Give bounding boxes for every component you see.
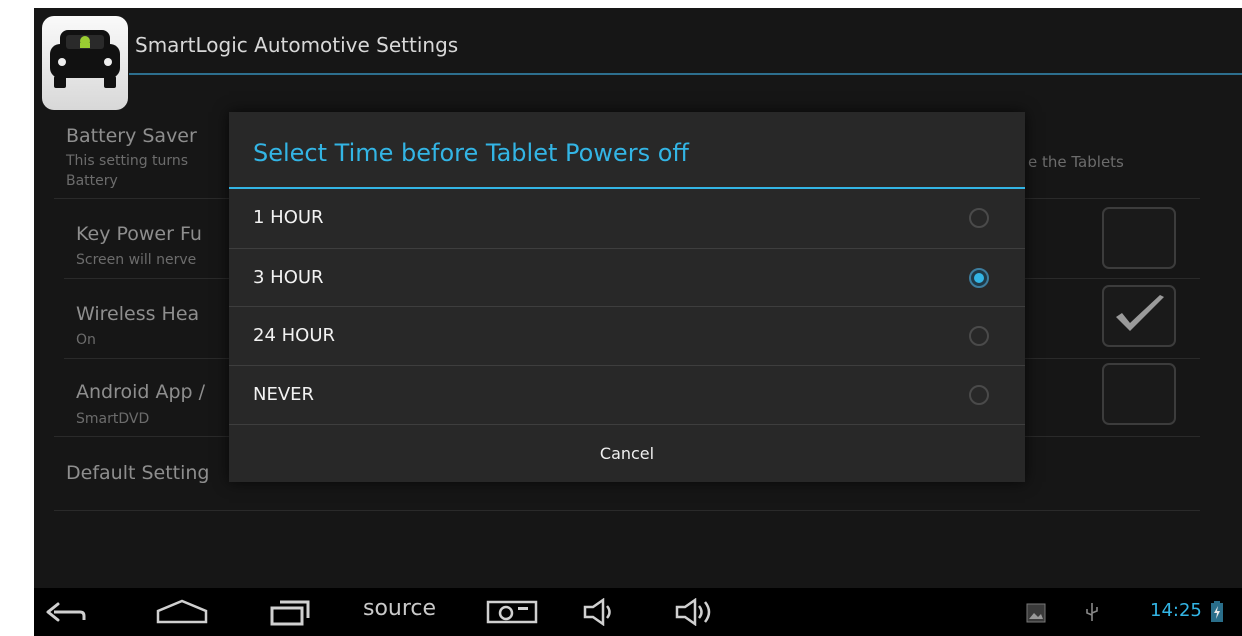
option-1-hour[interactable]: 1 HOUR	[229, 189, 1025, 247]
recent-apps-icon[interactable]	[268, 596, 314, 628]
option-label: NEVER	[253, 384, 315, 405]
wireless-title[interactable]: Wireless Hea	[76, 303, 199, 325]
home-icon[interactable]	[152, 598, 212, 626]
tablet-screen: SmartLogic Automotive Settings Battery S…	[34, 8, 1242, 636]
battery-charging-icon	[1211, 601, 1223, 622]
radio-button[interactable]	[969, 385, 989, 405]
divider	[54, 510, 1200, 511]
option-never[interactable]: NEVER	[229, 366, 1025, 424]
system-navigation-bar: source 14:25	[34, 588, 1242, 636]
app-title: SmartLogic Automotive Settings	[135, 33, 459, 57]
checkmark-icon	[1116, 295, 1164, 331]
cancel-button[interactable]: Cancel	[229, 425, 1025, 482]
default-settings-title[interactable]: Default Setting	[66, 462, 210, 484]
gallery-icon	[1026, 603, 1046, 623]
volume-down-icon[interactable]	[582, 598, 616, 626]
screenshot-icon[interactable]	[484, 599, 540, 625]
option-3-hour[interactable]: 3 HOUR	[229, 249, 1025, 307]
android-app-summary: SmartDVD	[76, 411, 150, 427]
usb-icon	[1086, 603, 1098, 621]
key-power-title[interactable]: Key Power Fu	[76, 223, 202, 245]
option-label: 1 HOUR	[253, 207, 324, 228]
android-app-checkbox[interactable]	[1102, 363, 1176, 425]
back-icon[interactable]	[44, 600, 88, 624]
battery-saver-title[interactable]: Battery Saver	[66, 125, 197, 147]
option-label: 3 HOUR	[253, 267, 324, 288]
battery-saver-summary: This setting turns	[66, 153, 189, 169]
radio-button[interactable]	[969, 208, 989, 228]
volume-up-icon[interactable]	[674, 598, 718, 626]
battery-saver-summary-right: e the Tablets	[1028, 153, 1124, 171]
radio-button[interactable]	[969, 326, 989, 346]
wireless-checkbox[interactable]	[1102, 285, 1176, 347]
key-power-checkbox[interactable]	[1102, 207, 1176, 269]
dialog-title: Select Time before Tablet Powers off	[253, 139, 689, 167]
radio-button-selected[interactable]	[969, 268, 989, 288]
time-select-dialog: Select Time before Tablet Powers off 1 H…	[229, 112, 1025, 482]
option-label: 24 HOUR	[253, 325, 336, 346]
option-24-hour[interactable]: 24 HOUR	[229, 307, 1025, 365]
source-button[interactable]: source	[363, 596, 436, 621]
actionbar-divider	[129, 73, 1242, 75]
key-power-summary: Screen will nerve	[76, 252, 197, 268]
wireless-summary: On	[76, 332, 96, 348]
app-car-icon	[42, 16, 128, 110]
android-app-title[interactable]: Android App /	[76, 381, 205, 403]
clock: 14:25	[1150, 600, 1202, 621]
battery-saver-summary-line2: Battery	[66, 173, 118, 189]
